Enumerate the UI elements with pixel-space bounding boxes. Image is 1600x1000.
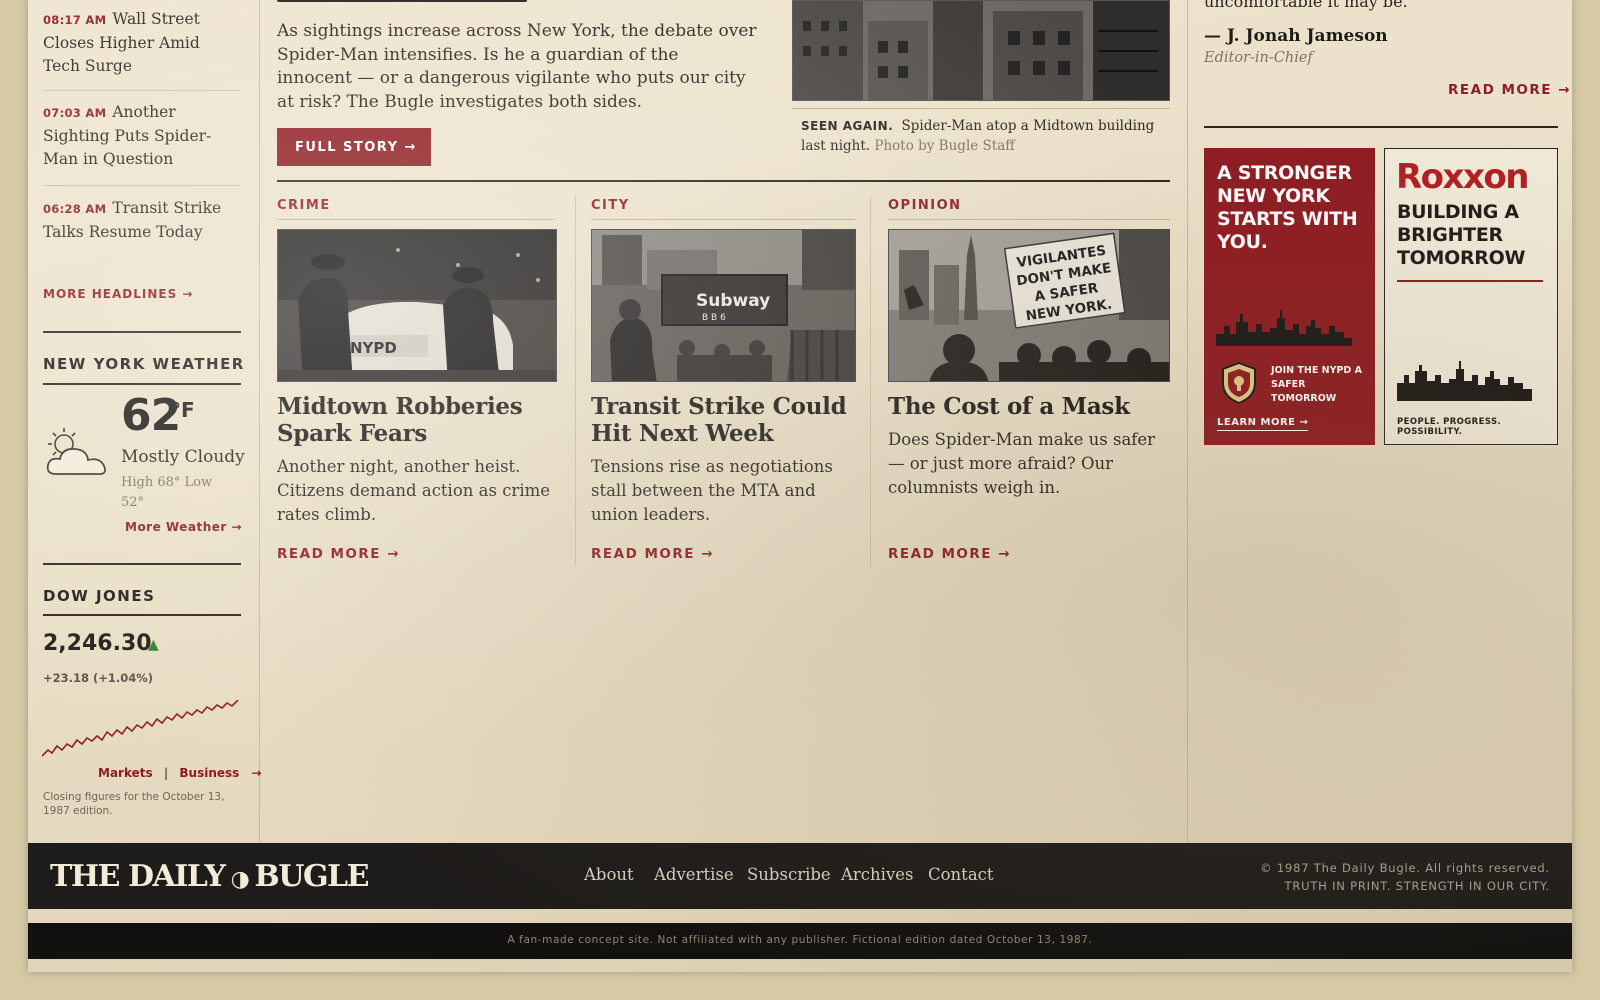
- headline-item[interactable]: 06:28 AM Transit Strike Talks Resume Toda…: [43, 197, 241, 244]
- partly-cloudy-icon: [46, 428, 106, 475]
- story-photo-opinion[interactable]: VIGILANTES DON'T MAKE A SAFER NEW YORK.: [888, 229, 1170, 382]
- editorial-text: uncomfortable it may be.: [1204, 0, 1408, 11]
- hero-photo[interactable]: [792, 0, 1170, 101]
- ad-headline: A STRONGER NEW YORK STARTS WITH YOU.: [1217, 162, 1358, 253]
- headline-item[interactable]: 07:03 AM Another Sighting Puts Spider-Man…: [43, 101, 241, 171]
- roxxon-logo: Roxxon: [1396, 157, 1529, 197]
- section-rule: [1204, 126, 1558, 128]
- dow-change: +23.18 (+1.04%): [43, 671, 154, 685]
- disclaimer-text: A fan-made concept site. Not affiliated …: [507, 934, 1093, 946]
- site-footer: THE DAILY ◑ BUGLE About Advertise Subscr…: [28, 843, 1572, 909]
- roxxon-ad[interactable]: Roxxon BUILDING A BRIGHTER TOMORROW PEOP…: [1384, 148, 1558, 445]
- story-description: Does Spider-Man make us safer — or just …: [888, 430, 1156, 497]
- nypd-ad[interactable]: A STRONGER NEW YORK STARTS WITH YOU. JOI…: [1204, 148, 1375, 445]
- headline-time: 07:03 AM: [43, 106, 107, 120]
- story-photo-crime[interactable]: NYPD: [277, 229, 557, 382]
- disclaimer-bar: A fan-made concept site. Not affiliated …: [28, 923, 1572, 959]
- ad-headline: BUILDING A BRIGHTER TOMORROW: [1397, 201, 1526, 269]
- divider: [43, 185, 241, 186]
- full-story-button[interactable]: FULL STORY →: [277, 128, 431, 166]
- business-link[interactable]: Business: [179, 766, 239, 780]
- weather-condition: Mostly Cloudy: [121, 447, 245, 467]
- bugle-horn-icon: ◑: [224, 866, 255, 892]
- column-divider: [1187, 0, 1188, 843]
- divider: [43, 90, 241, 91]
- story-description: Another night, another heist. Citizens d…: [277, 457, 551, 524]
- subway-lines-text: B B 6: [702, 313, 726, 323]
- headline-time: 08:17 AM: [43, 13, 107, 27]
- category-crime[interactable]: CRIME: [277, 198, 331, 213]
- photo-credit: Photo by Bugle Staff: [874, 138, 1015, 154]
- read-more-link[interactable]: READ MORE →: [888, 546, 1011, 562]
- column-divider: [575, 196, 576, 566]
- caption-label: SEEN AGAIN.: [801, 119, 894, 133]
- editorial-signature: — J. Jonah Jameson: [1204, 26, 1388, 46]
- more-weather-link[interactable]: More Weather →: [125, 520, 242, 534]
- headline-time: 06:28 AM: [43, 202, 107, 216]
- read-more-link[interactable]: READ MORE →: [1448, 82, 1571, 98]
- divider: [277, 219, 555, 220]
- category-city[interactable]: CITY: [591, 198, 630, 213]
- more-headlines-link[interactable]: MORE HEADLINES →: [43, 287, 193, 301]
- divider: [1397, 280, 1543, 282]
- story-title[interactable]: Midtown Robberies Spark Fears: [277, 393, 562, 447]
- footer-link-archives[interactable]: Archives: [841, 865, 914, 884]
- ad-join-text: JOIN THE NYPD A SAFER TOMORROW: [1271, 365, 1362, 404]
- read-more-link[interactable]: READ MORE →: [277, 546, 400, 562]
- footer-slogan: TRUTH IN PRINT. STRENGTH IN OUR CITY.: [1284, 879, 1550, 893]
- footer-link-about[interactable]: About: [584, 865, 634, 884]
- lede-paragraph: As sightings increase across New York, t…: [277, 21, 757, 112]
- divider: [792, 108, 1170, 109]
- read-more-link[interactable]: READ MORE →: [591, 546, 714, 562]
- subway-sign-text: Subway: [696, 291, 770, 311]
- market-links: Markets | Business →: [98, 766, 262, 780]
- link-separator: |: [163, 766, 169, 780]
- logo-text-left: THE DAILY: [50, 859, 226, 894]
- ad-tagline: PEOPLE. PROGRESS. POSSIBILITY.: [1397, 417, 1502, 437]
- weather-title: NEW YORK WEATHER: [43, 355, 245, 373]
- dow-footnote: Closing figures for the October 13, 1987…: [43, 791, 225, 817]
- dow-sparkline: [42, 700, 239, 757]
- story-title[interactable]: The Cost of a Mask: [888, 393, 1170, 420]
- markets-link[interactable]: Markets: [98, 766, 153, 780]
- shield-icon: [1222, 361, 1256, 405]
- headline-item[interactable]: 08:17 AM Wall Street Closes Higher Amid T…: [43, 8, 241, 78]
- section-rule: [277, 180, 1170, 182]
- story-description: Tensions rise as negotiations stall betw…: [591, 457, 833, 524]
- arrow-right-icon[interactable]: →: [252, 766, 262, 780]
- category-opinion[interactable]: OPINION: [888, 198, 962, 213]
- high-low: High 68° Low 52°: [121, 475, 213, 510]
- temperature-unit: °F: [171, 398, 195, 422]
- skyline-icon: [1216, 310, 1352, 346]
- editorial-role: Editor-in-Chief: [1204, 50, 1313, 66]
- section-rule: [43, 331, 241, 333]
- daily-bugle-logo[interactable]: THE DAILY ◑ BUGLE: [50, 859, 370, 894]
- story-title[interactable]: Transit Strike Could Hit Next Week: [591, 393, 866, 447]
- section-rule: [43, 563, 241, 565]
- footer-link-subscribe[interactable]: Subscribe: [747, 865, 831, 884]
- skyline-icon: [1397, 361, 1532, 401]
- headline-cutoff: [277, 0, 537, 2]
- section-rule: [43, 383, 241, 385]
- dow-title: DOW JONES: [43, 587, 156, 605]
- divider: [888, 219, 1170, 220]
- footer-link-contact[interactable]: Contact: [928, 865, 994, 884]
- up-arrow-icon: ▲: [148, 637, 159, 653]
- dow-value: 2,246.30: [43, 631, 152, 656]
- nypd-car-text: NYPD: [350, 339, 397, 357]
- learn-more-link[interactable]: LEARN MORE →: [1217, 417, 1309, 431]
- footer-link-advertise[interactable]: Advertise: [654, 865, 734, 884]
- section-rule: [43, 614, 241, 616]
- column-divider: [870, 196, 871, 566]
- newspaper-page: 08:17 AM Wall Street Closes Higher Amid T…: [28, 0, 1572, 972]
- hero-caption: SEEN AGAIN. Spider-Man atop a Midtown bu…: [801, 116, 1166, 156]
- logo-text-right: BUGLE: [254, 859, 369, 894]
- copyright-text: © 1987 The Daily Bugle. All rights reser…: [1260, 861, 1550, 875]
- story-photo-city[interactable]: Subway B B 6: [591, 229, 856, 382]
- divider: [591, 219, 855, 220]
- copyright-block: © 1987 The Daily Bugle. All rights reser…: [1260, 859, 1550, 895]
